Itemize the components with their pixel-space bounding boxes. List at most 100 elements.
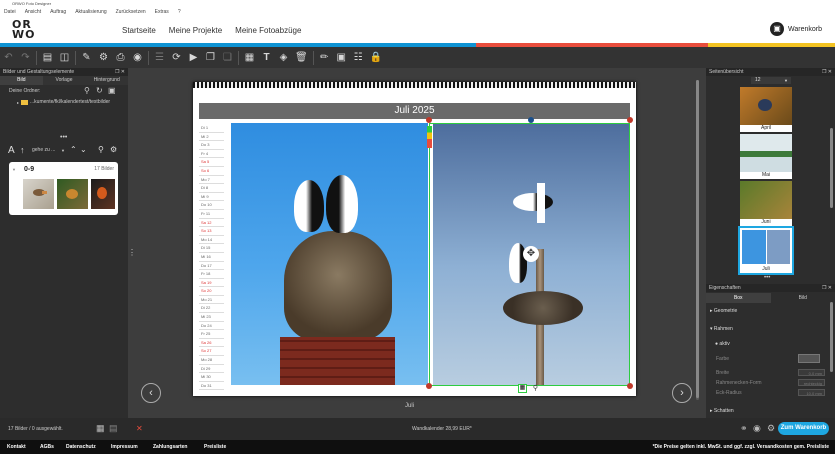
delete-icon[interactable]: 🗑 [295, 50, 308, 66]
redo-icon[interactable]: ↷ [20, 50, 31, 66]
eye-icon[interactable]: ◉ [753, 423, 761, 434]
tab-hintergrund[interactable]: Hintergrund [85, 76, 128, 85]
thumb-april[interactable]: April [740, 87, 792, 132]
image-thumbnail[interactable] [91, 179, 115, 209]
radius-input[interactable]: 10,0 mm [798, 389, 825, 396]
footer-zahlungsarten[interactable]: Zahlungsarten [153, 440, 187, 454]
menu-help[interactable]: ? [178, 7, 181, 17]
share-icon[interactable]: ⚭ [740, 423, 748, 434]
props-scrollbar[interactable] [830, 302, 833, 372]
settings-icon[interactable]: ⚙ [98, 50, 109, 66]
lock-icon[interactable]: 🔒 [370, 50, 382, 66]
nav-meine-projekte[interactable]: Meine Projekte [169, 26, 222, 35]
save-icon[interactable]: ▤ [42, 50, 53, 66]
image-icon[interactable]: ▦ [244, 50, 255, 66]
goto-select[interactable]: gehe zu ... [32, 147, 55, 153]
nav-meine-fotoabzuege[interactable]: Meine Fotoabzüge [235, 26, 301, 35]
calendar-page[interactable]: Juli 2025 Di 1 Mi 2 Do 3 Fr 4 Sa 5 So 6 Mo 7 Di… [193, 82, 636, 396]
flip-icon[interactable]: ▶ [188, 50, 199, 66]
more-dots-icon[interactable]: ••• [764, 275, 770, 281]
more-dots-icon[interactable]: ••• [60, 134, 67, 141]
panel-close-icon[interactable]: ❐ ✕ [822, 284, 832, 292]
footer-agbs[interactable]: AGBs [40, 440, 54, 454]
brush-icon[interactable]: ✏ [319, 50, 330, 66]
breite-input[interactable]: 0,0 mm [798, 369, 825, 376]
next-page-button[interactable]: › [672, 383, 692, 403]
fill-icon[interactable]: ◈ [278, 50, 289, 66]
chevron-down-icon[interactable]: ▼ [61, 148, 65, 153]
gear-icon[interactable]: ⚙ [110, 145, 117, 154]
zum-warenkorb-button[interactable]: Zum Warenkorb [778, 422, 829, 435]
folder-tree-item[interactable]: ▸ ...kumente/fkl/kalendertest/testbilder [17, 99, 110, 105]
thumb-juli[interactable]: Juli [738, 226, 794, 275]
section-schatten[interactable]: ▸ Schatten [710, 408, 734, 414]
search-icon[interactable]: ⚲ [84, 86, 90, 95]
folder-add-icon[interactable]: ▣ [108, 86, 116, 95]
tab-vorlage[interactable]: Vorlage [43, 76, 86, 85]
menu-ansicht[interactable]: Ansicht [25, 7, 41, 17]
duplicate-icon[interactable]: ❏ [222, 50, 233, 66]
menu-auftrag[interactable]: Auftrag [50, 7, 66, 17]
zoom-select[interactable]: 12 ▼ [751, 77, 791, 84]
tab-bild[interactable]: Bild [771, 293, 835, 303]
orwo-logo[interactable]: OR WO [12, 19, 42, 42]
warning-icon[interactable]: ✕ [136, 424, 143, 433]
image-edit-icon[interactable]: ▦ [518, 384, 527, 393]
preview-icon[interactable]: ◉ [132, 50, 143, 66]
thumb-juni[interactable]: Juni [740, 181, 792, 226]
print-icon[interactable]: ⎙ [115, 50, 126, 66]
move-icon[interactable]: ✥ [523, 246, 539, 262]
zoom-image-icon[interactable]: ⚲ [531, 384, 540, 393]
prev-page-button[interactable]: ‹ [141, 383, 161, 403]
cart-button[interactable]: ▣ Warenkorb [770, 22, 822, 36]
form-select[interactable]: rechteckig [798, 379, 825, 386]
refresh-icon[interactable]: ↻ [96, 86, 103, 95]
text-icon[interactable]: T [261, 50, 272, 66]
undo-icon[interactable]: ↶ [3, 50, 14, 66]
expand-icon[interactable]: ▸ [17, 100, 19, 105]
footer-impressum[interactable]: Impressum [111, 440, 138, 454]
canvas-scrollbar[interactable] [696, 80, 699, 398]
grid-view-icon[interactable]: ▦ [96, 423, 105, 434]
text-size-icon[interactable]: A [8, 145, 15, 156]
pages-scrollbar[interactable] [830, 128, 833, 208]
section-geometrie[interactable]: ▸ Geometrie [710, 308, 737, 314]
image-thumbnail[interactable] [57, 179, 88, 209]
tab-box[interactable]: Box [706, 293, 771, 303]
sort-up-icon[interactable]: ↑ [20, 145, 25, 155]
settings-icon[interactable]: ⚙ [767, 423, 775, 434]
footer-datenschutz[interactable]: Datenschutz [66, 440, 96, 454]
photo-storks-nest[interactable] [231, 123, 428, 385]
layer-icon[interactable]: ❐ [205, 50, 216, 66]
tab-bild[interactable]: Bild [0, 76, 43, 85]
resize-handle[interactable] [627, 117, 633, 123]
menu-aktualisierung[interactable]: Aktualisierung [75, 7, 106, 17]
panel-splitter-icon[interactable]: ⋮ [128, 248, 136, 257]
nav-startseite[interactable]: Startseite [122, 26, 156, 35]
resize-handle[interactable] [426, 117, 432, 123]
expand-all-icon[interactable]: ⌄ [80, 145, 87, 154]
panel-close-icon[interactable]: ❐ ✕ [115, 68, 125, 76]
group-toggle-icon[interactable]: ▼ [12, 167, 16, 172]
export-icon[interactable]: ◫ [59, 50, 70, 66]
thumb-mai[interactable]: Mai [740, 134, 792, 179]
chevron-down-icon[interactable]: ▼ [784, 77, 788, 84]
image-thumbnail[interactable] [23, 179, 54, 209]
align-icon[interactable]: ☰ [154, 50, 165, 66]
footer-preisliste[interactable]: Preisliste [204, 440, 226, 454]
menu-datei[interactable]: Datei [4, 7, 16, 17]
color-swatch[interactable] [798, 354, 820, 363]
list-view-icon[interactable]: ▤ [109, 423, 118, 434]
panel-close-icon[interactable]: ❐ ✕ [822, 68, 832, 76]
resize-handle[interactable] [627, 383, 633, 389]
footer-kontakt[interactable]: Kontakt [7, 440, 26, 454]
menu-zuruecksetzen[interactable]: Zurücksetzen [116, 7, 146, 17]
image-group[interactable]: ▼ 0-9 17 Bilder [9, 162, 118, 215]
rotate-handle[interactable] [528, 117, 534, 123]
grid-icon[interactable]: ☷ [353, 50, 364, 66]
zoom-icon[interactable]: ⚲ [98, 145, 104, 154]
aktiv-checkbox[interactable]: ● aktiv [715, 341, 730, 347]
resize-handle[interactable] [426, 383, 432, 389]
edit-icon[interactable]: ✎ [81, 50, 92, 66]
menu-extras[interactable]: Extras [155, 7, 169, 17]
